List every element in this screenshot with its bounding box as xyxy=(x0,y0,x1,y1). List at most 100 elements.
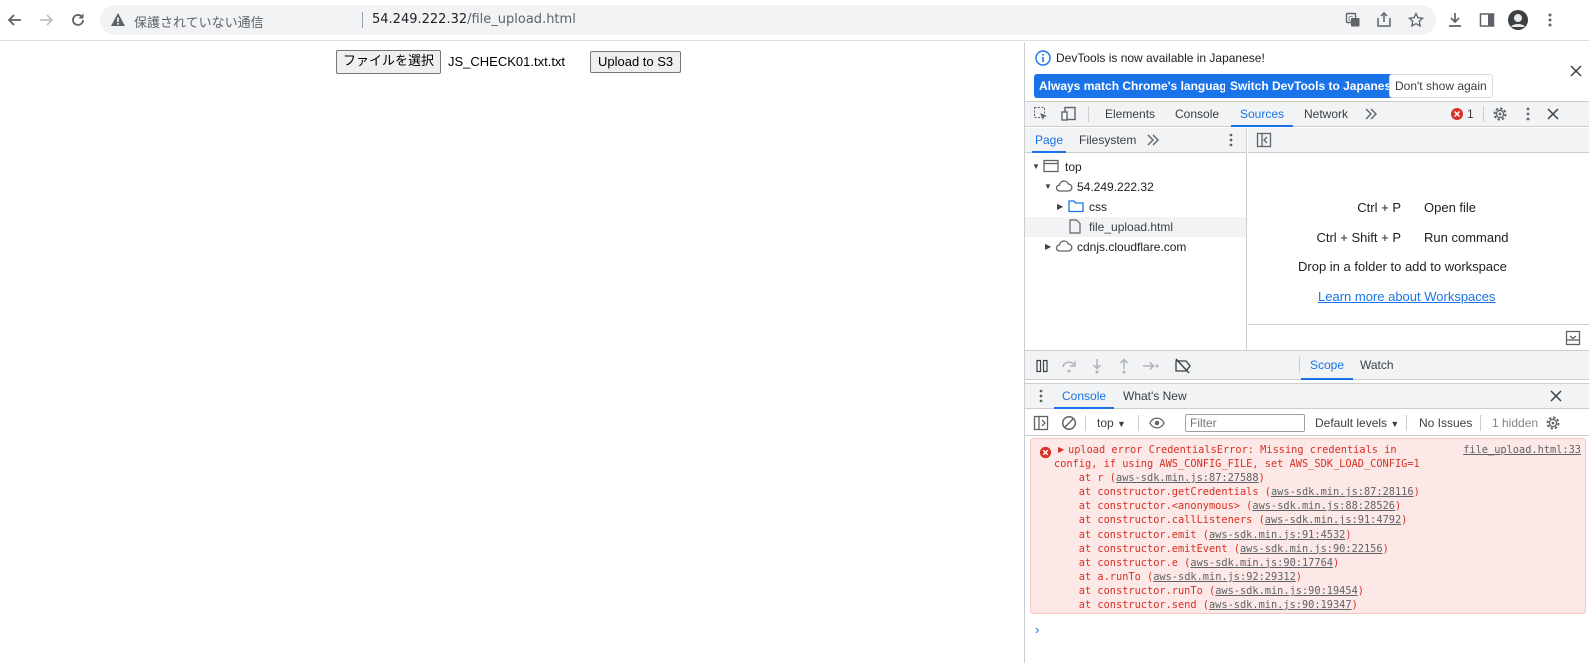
stack-frame-link[interactable]: aws-sdk.min.js:91:4532 xyxy=(1209,529,1345,541)
menu-dots-icon[interactable] xyxy=(1539,9,1561,31)
divider xyxy=(1138,415,1139,431)
clear-console-icon[interactable] xyxy=(1061,415,1077,431)
context-select[interactable]: top ▼ xyxy=(1097,413,1126,433)
issues-button[interactable]: No Issues xyxy=(1419,413,1472,433)
stack-frame-link[interactable]: aws-sdk.min.js:88:28526 xyxy=(1252,500,1395,512)
live-expression-eye-icon[interactable] xyxy=(1149,415,1165,431)
share-icon[interactable] xyxy=(1373,9,1395,31)
avatar[interactable] xyxy=(1507,9,1529,31)
step-icon[interactable] xyxy=(1142,357,1160,375)
address-bar[interactable]: 保護されていない通信 54.249.222.32/file_upload.htm… xyxy=(100,5,1436,35)
drawer-tabs: Console What's New xyxy=(1025,383,1589,409)
settings-gear-icon[interactable] xyxy=(1492,106,1508,122)
choose-file-button[interactable]: ファイルを選択 xyxy=(336,50,442,74)
tab-filesystem[interactable]: Filesystem xyxy=(1079,128,1136,153)
more-tabs-chevron-icon[interactable] xyxy=(1363,106,1379,122)
console-sidebar-icon[interactable] xyxy=(1033,415,1049,431)
tree-item-css[interactable]: ▶ css xyxy=(1025,197,1246,217)
deactivate-breakpoints-icon[interactable] xyxy=(1174,357,1192,375)
collapsed-arrow-icon[interactable]: ▶ xyxy=(1045,237,1051,257)
forward-icon[interactable] xyxy=(35,9,57,31)
divider xyxy=(362,12,363,28)
close-devtools-icon[interactable] xyxy=(1545,106,1561,122)
toggle-navigator-icon[interactable] xyxy=(1256,132,1272,148)
warning-icon[interactable] xyxy=(110,12,126,31)
error-count-icon[interactable] xyxy=(1449,106,1465,122)
step-out-icon[interactable] xyxy=(1115,357,1133,375)
pause-icon[interactable] xyxy=(1033,357,1051,375)
back-icon[interactable] xyxy=(4,9,26,31)
close-drawer-icon[interactable] xyxy=(1548,388,1564,404)
inspect-element-icon[interactable] xyxy=(1033,106,1049,122)
console-settings-gear-icon[interactable] xyxy=(1545,415,1561,431)
console-toolbar: top ▼ Default levels ▼ No Issues 1 hidde… xyxy=(1025,410,1589,436)
learn-more-workspaces-link[interactable]: Learn more about Workspaces xyxy=(1318,289,1496,304)
customize-menu-icon[interactable] xyxy=(1520,106,1536,122)
tab-watch[interactable]: Watch xyxy=(1360,351,1394,380)
tree-item-cdnjs[interactable]: ▶ cdnjs.cloudflare.com xyxy=(1025,237,1246,257)
drop-folder-hint: Drop in a folder to add to workspace xyxy=(1298,259,1507,274)
drawer-menu-icon[interactable] xyxy=(1033,388,1049,404)
devtools-panel: DevTools is now available in Japanese! A… xyxy=(1024,42,1589,663)
stack-frame-link[interactable]: aws-sdk.min.js:90:22156 xyxy=(1240,543,1383,555)
log-levels-select[interactable]: Default levels ▼ xyxy=(1315,413,1399,433)
side-panel-icon[interactable] xyxy=(1476,9,1498,31)
match-language-button[interactable]: Always match Chrome's language xyxy=(1034,74,1239,98)
tree-item-label: file_upload.html xyxy=(1089,220,1174,234)
stack-frame: at constructor.runTo (aws-sdk.min.js:90:… xyxy=(1078,584,1364,597)
tab-drawer-console[interactable]: Console xyxy=(1054,384,1115,409)
stack-frame-link[interactable]: aws-sdk.min.js:92:29312 xyxy=(1153,571,1296,583)
switch-japanese-button[interactable]: Switch DevTools to Japanese xyxy=(1225,74,1403,98)
tree-item-top[interactable]: ▼ top xyxy=(1025,157,1246,177)
tab-scope[interactable]: Scope xyxy=(1301,351,1354,380)
tree-item-host[interactable]: ▼ 54.249.222.32 xyxy=(1025,177,1246,197)
tab-whats-new[interactable]: What's New xyxy=(1123,384,1187,409)
stack-frame-link[interactable]: aws-sdk.min.js:90:17764 xyxy=(1190,557,1333,569)
toggle-debugger-icon[interactable] xyxy=(1565,330,1581,346)
tab-elements[interactable]: Elements xyxy=(1105,102,1155,127)
stack-frame-link[interactable]: aws-sdk.min.js:91:4792 xyxy=(1265,514,1401,526)
url-host: 54.249.222.32 xyxy=(372,12,468,27)
dropdown-arrow-icon: ▼ xyxy=(1117,419,1126,429)
tree-item-label: top xyxy=(1065,160,1082,174)
tab-page[interactable]: Page xyxy=(1032,128,1067,153)
sources-navigator: Page Filesystem ▼ top ▼ 54.249.222.32 ▶ xyxy=(1025,128,1247,350)
error-source-link[interactable]: file_upload.html:33 xyxy=(1463,443,1581,457)
stack-frame: at constructor.emit (aws-sdk.min.js:91:4… xyxy=(1078,528,1352,541)
collapsed-arrow-icon[interactable]: ▶ xyxy=(1057,197,1063,217)
tree-item-file-upload[interactable]: file_upload.html xyxy=(1025,217,1246,237)
context-value: top xyxy=(1097,416,1114,430)
stack-frame-link[interactable]: aws-sdk.min.js:87:28116 xyxy=(1271,486,1414,498)
url-path: /file_upload.html xyxy=(467,12,576,27)
tab-network[interactable]: Network xyxy=(1304,102,1348,127)
upload-to-s3-button[interactable]: Upload to S3 xyxy=(590,51,682,73)
console-error-message[interactable]: ▶ file_upload.html:33 upload error Crede… xyxy=(1030,438,1586,614)
more-navigator-tabs-icon[interactable] xyxy=(1145,132,1161,148)
download-icon[interactable] xyxy=(1444,9,1466,31)
step-into-icon[interactable] xyxy=(1088,357,1106,375)
step-over-icon[interactable] xyxy=(1060,357,1078,375)
tab-console[interactable]: Console xyxy=(1175,102,1219,127)
console-prompt-icon[interactable]: › xyxy=(1035,622,1039,637)
stack-frame-link[interactable]: aws-sdk.min.js:90:19347 xyxy=(1209,599,1352,611)
stack-frame: at a.runTo (aws-sdk.min.js:92:29312) xyxy=(1078,570,1302,583)
expand-arrow-icon[interactable]: ▼ xyxy=(1044,177,1052,197)
navigator-menu-icon[interactable] xyxy=(1223,132,1239,148)
shortcut-key: Ctrl + Shift + P xyxy=(1316,230,1401,245)
stack-frame-link[interactable]: aws-sdk.min.js:87:27588 xyxy=(1116,472,1259,484)
console-filter-input[interactable] xyxy=(1185,414,1305,432)
stack-frame-link[interactable]: aws-sdk.min.js:90:19454 xyxy=(1215,585,1358,597)
tab-sources[interactable]: Sources xyxy=(1231,102,1294,127)
error-text: upload error CredentialsError: Missing c… xyxy=(1054,443,1420,612)
divider xyxy=(1480,415,1481,431)
error-count[interactable]: 1 xyxy=(1467,102,1474,127)
reload-icon[interactable] xyxy=(67,9,89,31)
translate-icon[interactable]: G xyxy=(1342,9,1364,31)
dont-show-again-button[interactable]: Don't show again xyxy=(1389,74,1493,98)
expand-arrow-icon[interactable]: ▼ xyxy=(1032,157,1040,177)
device-toolbar-icon[interactable] xyxy=(1061,106,1077,122)
bookmark-star-icon[interactable] xyxy=(1405,9,1427,31)
close-infobar-icon[interactable] xyxy=(1569,64,1583,81)
stack-frame: at constructor.emitEvent (aws-sdk.min.js… xyxy=(1078,542,1389,555)
url-text[interactable]: 54.249.222.32/file_upload.html xyxy=(372,12,576,27)
